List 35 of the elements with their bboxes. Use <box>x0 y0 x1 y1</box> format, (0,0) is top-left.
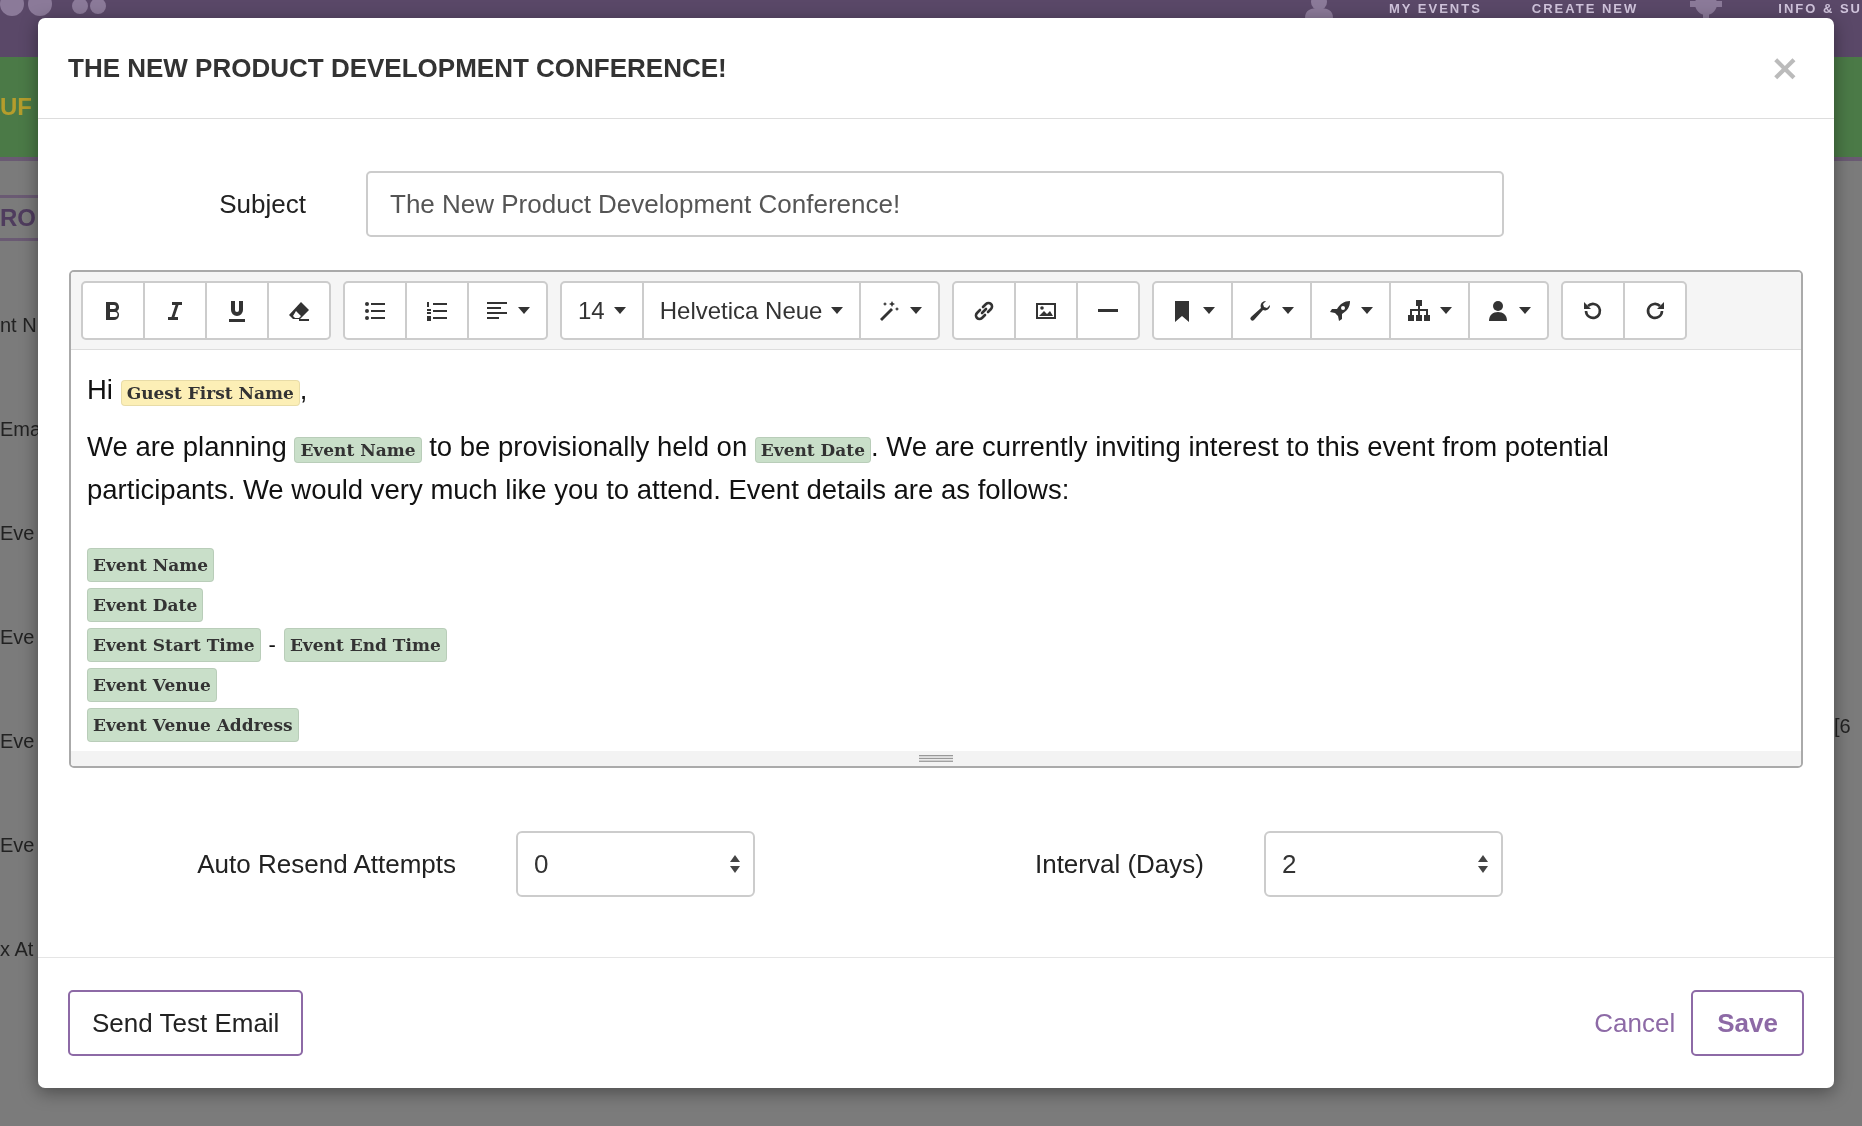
field-label: nt N <box>0 313 38 338</box>
cancel-link[interactable]: Cancel <box>1594 1007 1676 1039</box>
nav-link[interactable]: INFO & SU <box>1778 1 1862 17</box>
subject-field[interactable]: The New Product Development Conference! <box>366 171 1504 237</box>
merge-tag: Event Venue Address <box>87 708 299 742</box>
merge-tag: Event End Time <box>283 628 447 662</box>
merge-tag: Event Name <box>87 548 215 582</box>
table-cell-text: [6 <box>1834 715 1852 738</box>
dropdown-button[interactable]: Helvetica Neue <box>641 281 862 340</box>
save-button[interactable]: Save <box>1691 990 1804 1056</box>
field-label: Eve <box>0 521 36 546</box>
merge-tag: Event Date <box>754 437 872 463</box>
field-label: Interval (Days) <box>1033 848 1204 880</box>
field-label: Eve <box>0 833 36 858</box>
dash-separator: - <box>268 631 276 659</box>
field-label: x At <box>0 937 35 962</box>
merge-tag: Event Start Time <box>87 628 261 662</box>
nav-link[interactable]: CREATE NEW <box>1531 1 1639 17</box>
number-select[interactable]: 2 <box>1264 831 1503 897</box>
dropdown-button[interactable]: 14 <box>560 281 644 340</box>
modal-title: THE NEW PRODUCT DEVELOPMENT CONFERENCE! <box>68 52 727 84</box>
send-test-email-button[interactable]: Send Test Email <box>68 990 304 1056</box>
merge-tag: Event Venue <box>87 668 217 702</box>
merge-tag: Event Name <box>294 437 422 463</box>
email-paragraph: We are planning Event Name to be provisionally held on Event Date . We are currently inviting interest to this event from potential participants. We would very much like you to attend. Event details are as follows: <box>87 430 1610 507</box>
field-label: Eve <box>0 625 36 650</box>
nav-link[interactable]: MY EVENTS <box>1388 1 1482 17</box>
number-select[interactable]: 0 <box>516 831 755 897</box>
email-paragraph: Hi Guest First Name , <box>87 373 309 408</box>
field-label: Eve <box>0 729 36 754</box>
merge-tag: Guest First Name <box>120 380 300 406</box>
field-label: Subject <box>218 188 306 220</box>
merge-tag: Event Date <box>87 588 204 622</box>
banner-text: UF <box>0 93 32 121</box>
field-label: Auto Resend Attempts <box>196 848 456 880</box>
